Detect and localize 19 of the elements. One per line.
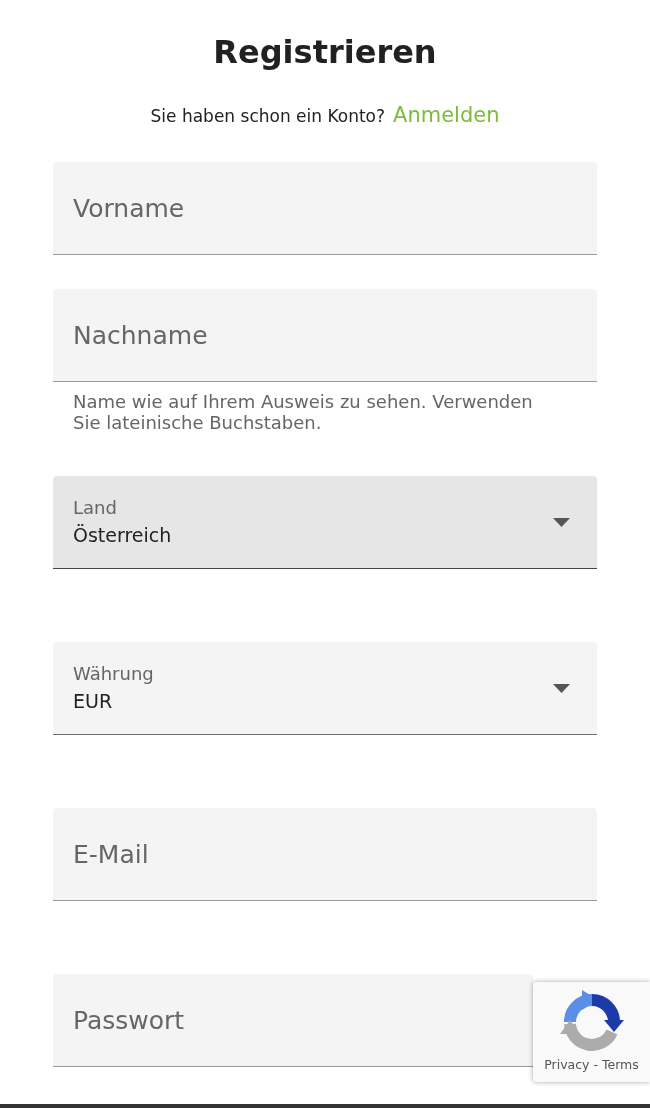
dropdown-field[interactable]: Währung EUR (53, 642, 597, 735)
signin-prompt-text: Sie haben schon ein Konto? (150, 105, 385, 128)
recaptcha-logo-icon (559, 990, 624, 1054)
helper-text: Name wie auf Ihrem Ausweis zu sehen. Verwenden Sie lateinische Buchstaben. (72, 391, 534, 433)
caret-icon (553, 683, 570, 693)
terms-link[interactable]: Terms (602, 1057, 639, 1072)
input-field[interactable]: Vorname (53, 162, 597, 255)
privacy-link[interactable]: Privacy (544, 1057, 590, 1072)
field-label: Währung (73, 662, 155, 686)
field-value: EUR (73, 689, 114, 714)
dropdown-field[interactable]: Land Österreich (53, 476, 597, 569)
page-title: Registrieren (212, 32, 438, 73)
input-field[interactable]: Nachname (53, 289, 597, 382)
field-label: Land (73, 496, 118, 520)
separator-text: - (593, 1057, 598, 1072)
password-field[interactable]: Passwort (53, 974, 533, 1067)
input-field[interactable]: E-Mail (53, 808, 597, 901)
caret-icon (553, 517, 570, 527)
field-value: Österreich (73, 523, 173, 548)
